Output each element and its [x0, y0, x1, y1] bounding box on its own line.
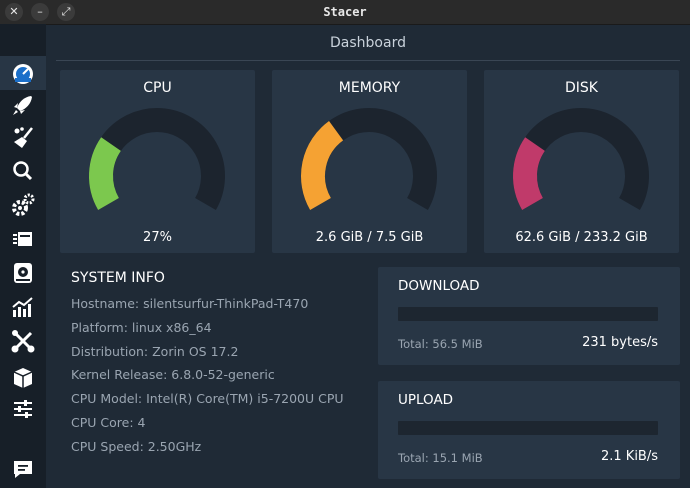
download-label: DOWNLOAD — [398, 278, 480, 294]
disk-gauge-card: DISK 62.6 GiB / 233.2 GiB — [484, 70, 679, 253]
sidebar-item-resources[interactable] — [0, 290, 46, 324]
cpu-core-row: CPU Core: 4 — [71, 414, 146, 430]
upload-bar — [398, 421, 658, 435]
gauge-track — [513, 108, 649, 210]
gauge-label: DISK — [565, 80, 598, 96]
sliders-icon — [14, 400, 32, 418]
sidebar-item-dashboard[interactable] — [0, 56, 46, 90]
kernel-row: Kernel Release: 6.8.0-52-generic — [71, 367, 275, 383]
download-bar — [398, 307, 658, 321]
hostname-row: Hostname: silentsurfur-ThinkPad-T470 — [71, 296, 309, 311]
title-bar: ✕ – ⤢ Stacer — [0, 0, 690, 25]
sidebar-item-settings[interactable] — [0, 392, 46, 426]
dashboard-panel: Dashboard CPU 27% MEMORY 2.6 GiB / 7.5 G… — [46, 24, 690, 488]
sidebar-item-uninstaller[interactable] — [0, 256, 46, 290]
system-info-title: SYSTEM INFO — [71, 270, 165, 286]
system-info: SYSTEM INFO Hostname: silentsurfur-Think… — [71, 270, 391, 459]
platform-row: Platform: linux x86_64 — [71, 319, 212, 335]
gauge — [513, 108, 649, 210]
list-icon — [13, 232, 32, 246]
gears-icon — [12, 193, 35, 216]
broom-icon — [14, 127, 33, 148]
box-icon — [13, 368, 33, 388]
sidebar-item-apt-repository[interactable] — [0, 360, 46, 394]
sidebar — [0, 24, 46, 488]
download-rate: 231 bytes/s — [582, 335, 658, 350]
chart-icon — [12, 297, 33, 317]
sidebar-item-system-cleaner[interactable] — [0, 121, 46, 155]
gauge-value: 27% — [143, 230, 172, 245]
upload-card: UPLOAD Total: 15.1 MiB 2.1 KiB/s — [378, 381, 680, 479]
gauge — [301, 108, 437, 210]
gauge-value: 62.6 GiB / 233.2 GiB — [515, 230, 648, 245]
memory-gauge-card: MEMORY 2.6 GiB / 7.5 GiB — [272, 70, 467, 253]
rocket-icon — [13, 96, 32, 115]
sidebar-item-services[interactable] — [0, 188, 46, 222]
download-total: Total: 56.5 MiB — [398, 337, 483, 351]
upload-label: UPLOAD — [398, 392, 454, 408]
sidebar-item-search[interactable] — [0, 154, 46, 188]
page-title: Dashboard — [56, 32, 680, 61]
gauge-fill — [301, 120, 344, 210]
sidebar-item-helpers[interactable] — [0, 324, 46, 358]
upload-rate: 2.1 KiB/s — [600, 449, 658, 464]
upload-total: Total: 15.1 MiB — [398, 451, 483, 465]
tools-icon — [11, 330, 35, 353]
chat-icon — [14, 461, 32, 478]
gauge-label: MEMORY — [338, 80, 401, 96]
distribution-row: Distribution: Zorin OS 17.2 — [71, 343, 239, 359]
cpu-speed-row: CPU Speed: 2.50GHz — [71, 438, 202, 454]
window-title: Stacer — [323, 5, 367, 19]
gauge-value: 2.6 GiB / 7.5 GiB — [315, 230, 424, 245]
speedometer-icon — [13, 64, 33, 84]
cpu-model-row: CPU Model: Intel(R) Core(TM) i5-7200U CP… — [71, 391, 344, 407]
sidebar-item-processes[interactable] — [0, 222, 46, 256]
disk-icon — [14, 263, 32, 283]
search-icon — [13, 161, 33, 181]
gauge-fill — [513, 137, 546, 210]
gauge-label: CPU — [143, 80, 172, 96]
sidebar-item-feedback[interactable] — [0, 452, 46, 486]
cpu-gauge-card: CPU 27% — [60, 70, 255, 253]
sidebar-item-startup-apps[interactable] — [0, 88, 46, 122]
gauge-track — [89, 108, 225, 210]
gauge — [89, 108, 225, 210]
gauge-fill — [89, 137, 122, 210]
download-card: DOWNLOAD Total: 56.5 MiB 231 bytes/s — [378, 267, 680, 365]
